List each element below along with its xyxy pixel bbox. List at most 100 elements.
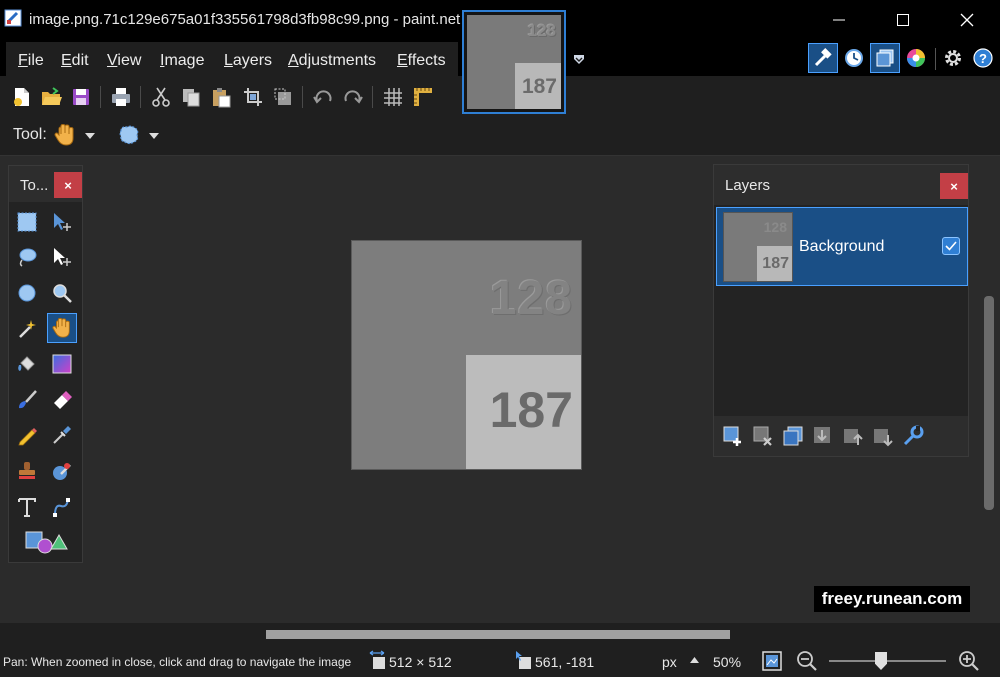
save-icon: [73, 89, 89, 105]
eraser-tool[interactable]: [47, 385, 77, 415]
canvas-ghost-number: 128: [489, 272, 573, 325]
horizontal-scrollbar[interactable]: [266, 630, 730, 639]
menu-layers[interactable]: Layers: [224, 52, 272, 70]
zoom-to-window-icon[interactable]: [762, 651, 782, 671]
shapes-icon: [25, 531, 68, 554]
delete-layer-button[interactable]: [750, 423, 776, 449]
tool-label: Tool:: [13, 126, 47, 143]
layers-window-toggle[interactable]: [870, 43, 900, 73]
copy-button[interactable]: [178, 84, 204, 110]
rectangle-select-tool[interactable]: [12, 207, 42, 237]
pan-hand-icon: [52, 317, 70, 338]
layers-panel-header[interactable]: Layers ×: [714, 165, 968, 205]
undo-button[interactable]: [310, 84, 336, 110]
cut-button[interactable]: [148, 84, 174, 110]
move-selected-pixels-tool[interactable]: [47, 207, 77, 237]
thumbnail-ghost-number: 128: [527, 21, 556, 40]
zoom-level-readout[interactable]: 50%: [713, 654, 741, 670]
chevron-up-icon[interactable]: [690, 657, 699, 663]
rectangle-select-icon: [17, 212, 37, 232]
move-selection-tool[interactable]: [47, 242, 77, 272]
maximize-button[interactable]: [871, 0, 935, 40]
redo-button[interactable]: [340, 84, 366, 110]
move-selection-icon: [54, 248, 71, 266]
settings-button[interactable]: [938, 43, 968, 73]
print-button[interactable]: [108, 84, 134, 110]
lasso-select-tool[interactable]: [12, 242, 42, 272]
vertical-scrollbar[interactable]: [984, 296, 994, 510]
save-button[interactable]: [68, 84, 94, 110]
move-layer-up-button[interactable]: [840, 423, 866, 449]
rulers-button[interactable]: [410, 84, 436, 110]
checkmark-icon: [945, 241, 957, 251]
close-window-button[interactable]: [935, 0, 999, 40]
history-window-toggle[interactable]: [839, 43, 869, 73]
layer-visibility-checkbox[interactable]: [942, 237, 960, 255]
help-button[interactable]: ?: [968, 43, 998, 73]
zoom-tool[interactable]: [47, 278, 77, 308]
toolbar-separator: [372, 86, 373, 108]
layers-panel-close-button[interactable]: ×: [940, 173, 968, 199]
minimize-button[interactable]: [807, 0, 871, 40]
tab-list-dropdown-icon[interactable]: [572, 53, 586, 67]
layer-name: Background: [799, 238, 885, 255]
clone-stamp-tool[interactable]: [12, 456, 42, 486]
recolor-icon: [53, 463, 71, 480]
paste-button[interactable]: [208, 84, 234, 110]
open-button[interactable]: [38, 84, 64, 110]
pixel-grid-button[interactable]: [380, 84, 406, 110]
new-image-button[interactable]: [9, 84, 35, 110]
printer-icon: [112, 88, 130, 106]
menu-effects[interactable]: Effects: [397, 52, 446, 70]
units-selector[interactable]: px: [662, 654, 677, 670]
layer-row[interactable]: 128 187 Background: [716, 207, 968, 286]
tools-panel-header[interactable]: To... ×: [9, 166, 82, 202]
pencil-tool[interactable]: [12, 420, 42, 450]
crop-icon: [244, 88, 262, 106]
menu-image[interactable]: Image: [160, 52, 204, 70]
menu-adjustments[interactable]: Adjustments: [288, 52, 376, 70]
gradient-tool[interactable]: [47, 349, 77, 379]
pan-tool[interactable]: [47, 313, 77, 343]
copy-icon: [183, 89, 200, 107]
deselect-button[interactable]: [270, 84, 296, 110]
merge-layer-down-button[interactable]: [810, 423, 836, 449]
recolor-tool[interactable]: [47, 456, 77, 486]
lasso-icon: [19, 248, 37, 267]
wrench-icon: [903, 425, 924, 446]
text-tool[interactable]: [12, 492, 42, 522]
image-canvas[interactable]: 128 187: [351, 240, 582, 470]
layer-properties-button[interactable]: [900, 423, 926, 449]
duplicate-layer-button[interactable]: [780, 423, 806, 449]
tool-selector-dropdown[interactable]: [53, 123, 99, 149]
zoom-in-icon[interactable]: [958, 650, 980, 672]
tools-panel-close-button[interactable]: ×: [54, 172, 82, 198]
zoom-slider-track[interactable]: [829, 660, 946, 662]
minimize-icon: [833, 19, 845, 21]
menu-file[interactable]: File: [18, 52, 44, 70]
add-layer-button[interactable]: [720, 423, 746, 449]
paintbrush-tool[interactable]: [12, 385, 42, 415]
crop-to-selection-button[interactable]: [240, 84, 266, 110]
paste-icon: [213, 88, 231, 108]
magic-wand-tool[interactable]: [12, 313, 42, 343]
shapes-tool[interactable]: [21, 527, 71, 557]
zoom-out-icon[interactable]: [796, 650, 818, 672]
image-tab[interactable]: 128 187: [462, 10, 566, 114]
merge-down-icon: [814, 427, 830, 443]
menu-edit[interactable]: Edit: [61, 52, 89, 70]
line-curve-tool[interactable]: [47, 492, 77, 522]
colors-window-toggle[interactable]: [901, 43, 931, 73]
magic-wand-icon: [19, 320, 36, 338]
eyedropper-icon: [53, 426, 71, 444]
selection-mode-dropdown[interactable]: [117, 123, 163, 149]
menu-view[interactable]: View: [107, 52, 141, 70]
color-picker-tool[interactable]: [47, 420, 77, 450]
move-layer-down-button[interactable]: [870, 423, 896, 449]
hammer-icon: [814, 48, 832, 67]
ellipse-select-tool[interactable]: [12, 278, 42, 308]
paintnet-app-icon: [4, 9, 22, 27]
tools-window-toggle[interactable]: [808, 43, 838, 73]
paint-bucket-icon: [18, 356, 35, 371]
paint-bucket-tool[interactable]: [12, 349, 42, 379]
